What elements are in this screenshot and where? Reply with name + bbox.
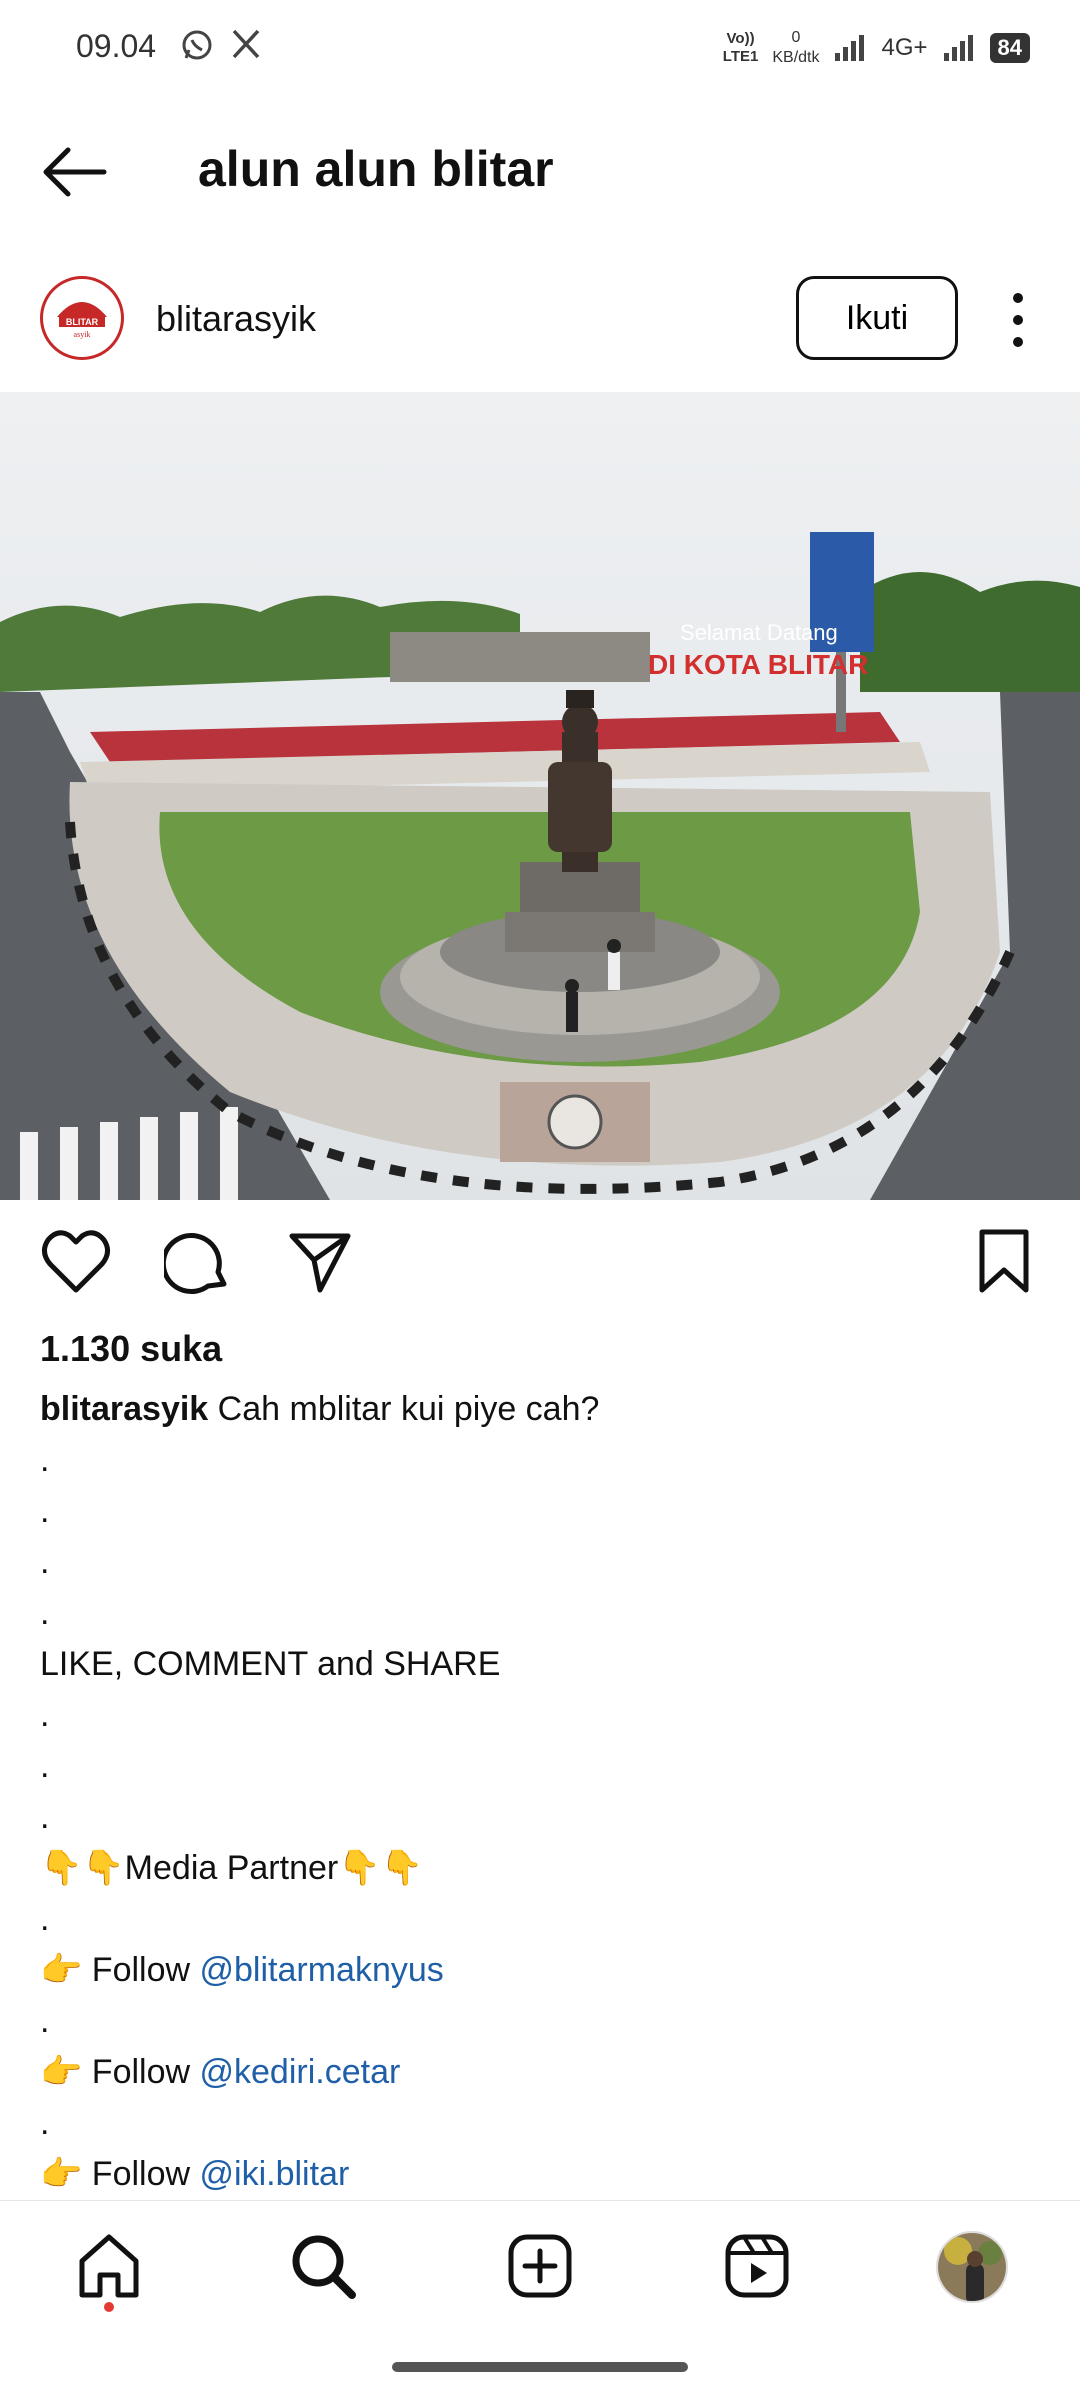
caption-dot: . — [40, 1492, 50, 1530]
blitar-logo-icon: BLITAR asyik — [46, 282, 118, 354]
speed-value: 0 — [791, 29, 801, 46]
x-icon — [232, 29, 260, 59]
volte-label: Vo)) — [726, 30, 755, 47]
caption-dot: . — [40, 1900, 50, 1938]
caption-dot: . — [40, 1798, 50, 1836]
post-image[interactable]: Selamat Datang DI KOTA BLITAR — [0, 392, 1080, 1200]
caption-cta: LIKE, COMMENT and SHARE — [40, 1645, 501, 1683]
account-avatar[interactable]: BLITAR asyik — [40, 276, 124, 360]
caption-dot: . — [40, 2002, 50, 2040]
signal-icon — [943, 35, 973, 61]
signal-icon — [835, 35, 865, 61]
caption-follow-line: 👉 Follow @blitarmaknyus — [40, 1945, 1040, 1996]
welcome-sign-line2: DI KOTA BLITAR — [648, 649, 868, 680]
mention-link[interactable]: @blitarmaknyus — [200, 1951, 444, 1989]
follow-button[interactable]: Ikuti — [796, 276, 958, 360]
profile-avatar[interactable] — [936, 2231, 1008, 2303]
home-icon[interactable] — [74, 2231, 144, 2301]
caption-media-partner: 👇👇Media Partner👇👇 — [40, 1843, 1040, 1894]
media-partner-label: Media Partner — [124, 1849, 339, 1887]
caption-dot: . — [40, 1696, 50, 1734]
back-arrow-icon[interactable] — [40, 144, 110, 200]
post-username[interactable]: blitarasyik — [156, 298, 316, 340]
caption-follow-line: 👉 Follow @kediri.cetar — [40, 2047, 1040, 2098]
caption-dot: . — [40, 1441, 50, 1479]
bottom-nav — [0, 2200, 1080, 2341]
top-bar: alun alun blitar — [0, 120, 1080, 230]
follow-word: Follow — [91, 2053, 191, 2091]
notification-dot — [104, 2302, 114, 2312]
share-icon[interactable] — [286, 1228, 354, 1296]
point-right-emoji: 👉 — [40, 1951, 83, 1989]
status-time: 09.04 — [76, 28, 157, 64]
more-options-icon[interactable] — [1000, 288, 1036, 352]
mention-link[interactable]: @iki.blitar — [200, 2155, 350, 2193]
follow-word: Follow — [91, 2155, 191, 2193]
caption-first-line: blitarasyik Cah mblitar kui piye cah? — [40, 1384, 1040, 1435]
caption-dot: . — [40, 1594, 50, 1632]
likes-count[interactable]: 1.130 suka — [40, 1328, 222, 1370]
network-type: 4G+ — [881, 34, 928, 61]
caption-dot: . — [40, 2104, 50, 2142]
post-actions — [0, 1218, 1080, 1308]
caption-dot: . — [40, 1747, 50, 1785]
reels-icon[interactable] — [722, 2231, 792, 2301]
mention-link[interactable]: @kediri.cetar — [200, 2053, 401, 2091]
comment-icon[interactable] — [164, 1228, 232, 1296]
status-bar: 09.04 Vo)) LTE1 0 KB/dtk 4G+ 84 — [0, 0, 1080, 96]
bookmark-icon[interactable] — [976, 1228, 1032, 1296]
speed-unit: KB/dtk — [772, 49, 820, 66]
follow-word: Follow — [91, 1951, 191, 1989]
status-right: Vo)) LTE1 0 KB/dtk 4G+ 84 — [723, 26, 1030, 70]
monument-photo: Selamat Datang DI KOTA BLITAR — [0, 392, 1080, 1200]
profile-photo — [938, 2233, 1006, 2301]
create-icon[interactable] — [505, 2231, 575, 2301]
point-down-emoji: 👇👇 — [338, 1849, 423, 1887]
search-icon[interactable] — [288, 2231, 358, 2301]
point-right-emoji: 👉 — [40, 2155, 83, 2193]
page-title: alun alun blitar — [198, 141, 554, 197]
caption-text: Cah mblitar kui piye cah? — [217, 1390, 600, 1428]
battery-icon: 84 — [989, 33, 1030, 63]
caption-follow-line: 👉 Follow @iki.blitar — [40, 2149, 1040, 2200]
point-right-emoji: 👉 — [40, 2053, 83, 2091]
post-caption: blitarasyik Cah mblitar kui piye cah? . … — [40, 1384, 1040, 2200]
post-header: BLITAR asyik blitarasyik Ikuti — [0, 262, 1080, 378]
heart-icon[interactable] — [40, 1228, 112, 1296]
svg-text:BLITAR: BLITAR — [66, 317, 99, 327]
caption-username[interactable]: blitarasyik — [40, 1390, 208, 1428]
caption-dot: . — [40, 1543, 50, 1581]
welcome-sign-line1: Selamat Datang — [680, 620, 838, 645]
whatsapp-icon — [182, 30, 212, 60]
home-indicator[interactable] — [392, 2362, 688, 2372]
svg-text:asyik: asyik — [74, 330, 91, 339]
point-down-emoji: 👇👇 — [40, 1849, 125, 1887]
lte-label: LTE1 — [722, 48, 759, 65]
